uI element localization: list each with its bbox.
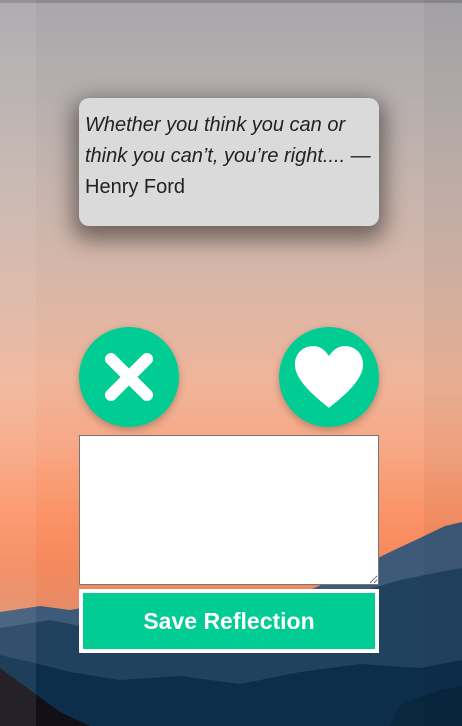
quote-card: Whether you think you can or think you c… [79,98,379,226]
like-button[interactable] [279,327,379,427]
reflection-textarea[interactable] [79,435,379,585]
quote-author: Henry Ford [85,176,186,198]
save-reflection-button[interactable]: Save Reflection [79,589,379,653]
quote-text: Whether you think you can or think you c… [85,114,371,167]
close-icon [105,353,153,401]
right-shade [424,0,462,726]
heart-icon [294,346,364,408]
left-shade [0,0,36,726]
dismiss-button[interactable] [79,327,179,427]
